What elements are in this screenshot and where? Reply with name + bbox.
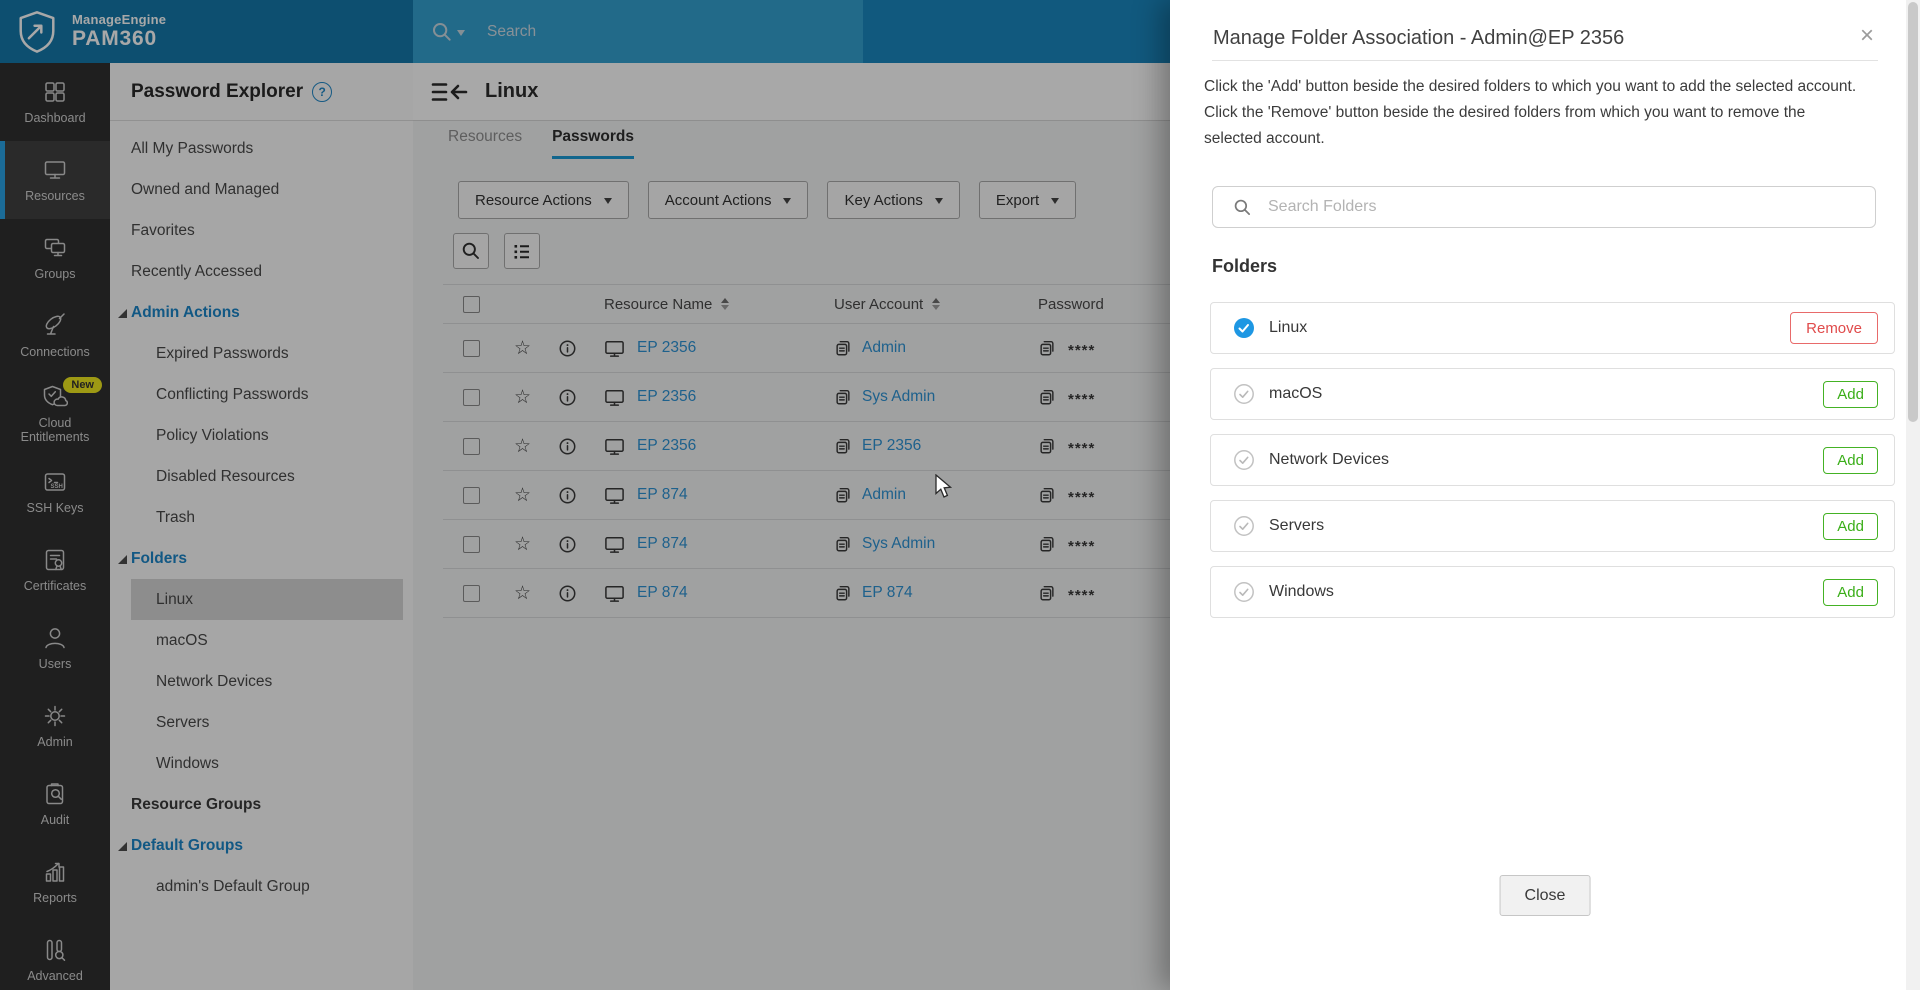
folder-list: Linux Remove macOS Add Network Devices A… <box>1210 302 1895 632</box>
folder-name: Servers <box>1269 517 1325 534</box>
remove-button[interactable]: Remove <box>1790 312 1878 344</box>
close-button[interactable]: Close <box>1499 875 1591 916</box>
folder-name: Windows <box>1269 583 1334 600</box>
add-button[interactable]: Add <box>1823 380 1878 408</box>
folder-search-box[interactable] <box>1212 186 1876 228</box>
unchecked-circle-icon <box>1234 516 1254 536</box>
unchecked-circle-icon <box>1234 384 1254 404</box>
close-icon[interactable]: × <box>1860 24 1874 48</box>
folders-section-title: Folders <box>1212 256 1278 276</box>
search-icon <box>1234 199 1251 215</box>
folder-card-macos: macOS Add <box>1210 368 1895 420</box>
folder-card-servers: Servers Add <box>1210 500 1895 552</box>
folder-name: macOS <box>1269 385 1323 402</box>
folder-card-linux: Linux Remove <box>1210 302 1895 354</box>
modal-description: Click the 'Add' button beside the desire… <box>1204 78 1857 147</box>
folder-card-network-devices: Network Devices Add <box>1210 434 1895 486</box>
divider <box>1212 60 1878 61</box>
modal-title: Manage Folder Association - Admin@EP 235… <box>1213 27 1625 49</box>
manage-folder-association-modal: Manage Folder Association - Admin@EP 235… <box>1170 0 1920 990</box>
folder-search-input[interactable] <box>1266 197 1830 217</box>
add-button[interactable]: Add <box>1823 446 1878 474</box>
unchecked-circle-icon <box>1234 582 1254 602</box>
add-button[interactable]: Add <box>1823 578 1878 606</box>
unchecked-circle-icon <box>1234 450 1254 470</box>
folder-card-windows: Windows Add <box>1210 566 1895 618</box>
pam360-app: ManageEngine PAM360 Search Dashboard Res… <box>0 0 1920 990</box>
scrollbar-thumb[interactable] <box>1908 2 1918 422</box>
folder-name: Network Devices <box>1269 451 1390 468</box>
add-button[interactable]: Add <box>1823 512 1878 540</box>
folder-name: Linux <box>1269 319 1308 336</box>
page-scrollbar[interactable] <box>1906 0 1920 990</box>
checked-circle-icon <box>1234 318 1254 338</box>
